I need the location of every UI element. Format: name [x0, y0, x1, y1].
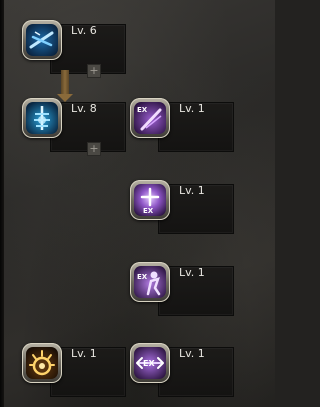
skill-level-label: Lv. 1: [179, 102, 205, 115]
svg-text:EX: EX: [143, 359, 155, 368]
skill-level-label: Lv. 1: [71, 347, 97, 360]
skill-slot-g[interactable]: EX Lv. 1: [130, 343, 234, 397]
level-up-plus-button[interactable]: +: [87, 64, 101, 78]
sunburst-icon[interactable]: [22, 343, 62, 383]
svg-text:EX: EX: [137, 106, 148, 114]
skill-level-label: Lv. 8: [71, 102, 97, 115]
skill-slot-c[interactable]: EX Lv. 1: [130, 98, 234, 152]
ex-silhouette-icon[interactable]: EX: [130, 262, 170, 302]
left-edge-shadow: [0, 0, 4, 407]
anchor-burst-icon[interactable]: [22, 98, 62, 138]
skill-slot-f[interactable]: Lv. 1: [22, 343, 126, 397]
skill-slot-d[interactable]: EX Lv. 1: [130, 180, 234, 234]
skill-level-label: Lv. 6: [71, 24, 97, 37]
skill-level-label: Lv. 1: [179, 347, 205, 360]
crossed-blades-icon[interactable]: [22, 20, 62, 60]
skill-level-label: Lv. 1: [179, 266, 205, 279]
skill-level-label: Lv. 1: [179, 184, 205, 197]
skill-slot-b[interactable]: Lv. 8 +: [22, 98, 126, 156]
skill-tree-connector: [61, 70, 69, 96]
svg-text:EX: EX: [143, 207, 154, 215]
skill-slot-e[interactable]: EX Lv. 1: [130, 262, 234, 316]
skill-slot-a[interactable]: Lv. 6 +: [22, 20, 126, 78]
ex-arrows-icon[interactable]: EX: [130, 343, 170, 383]
level-up-plus-button[interactable]: +: [87, 142, 101, 156]
svg-text:EX: EX: [137, 273, 148, 281]
ex-cross-icon[interactable]: EX: [130, 180, 170, 220]
ex-slash-icon[interactable]: EX: [130, 98, 170, 138]
